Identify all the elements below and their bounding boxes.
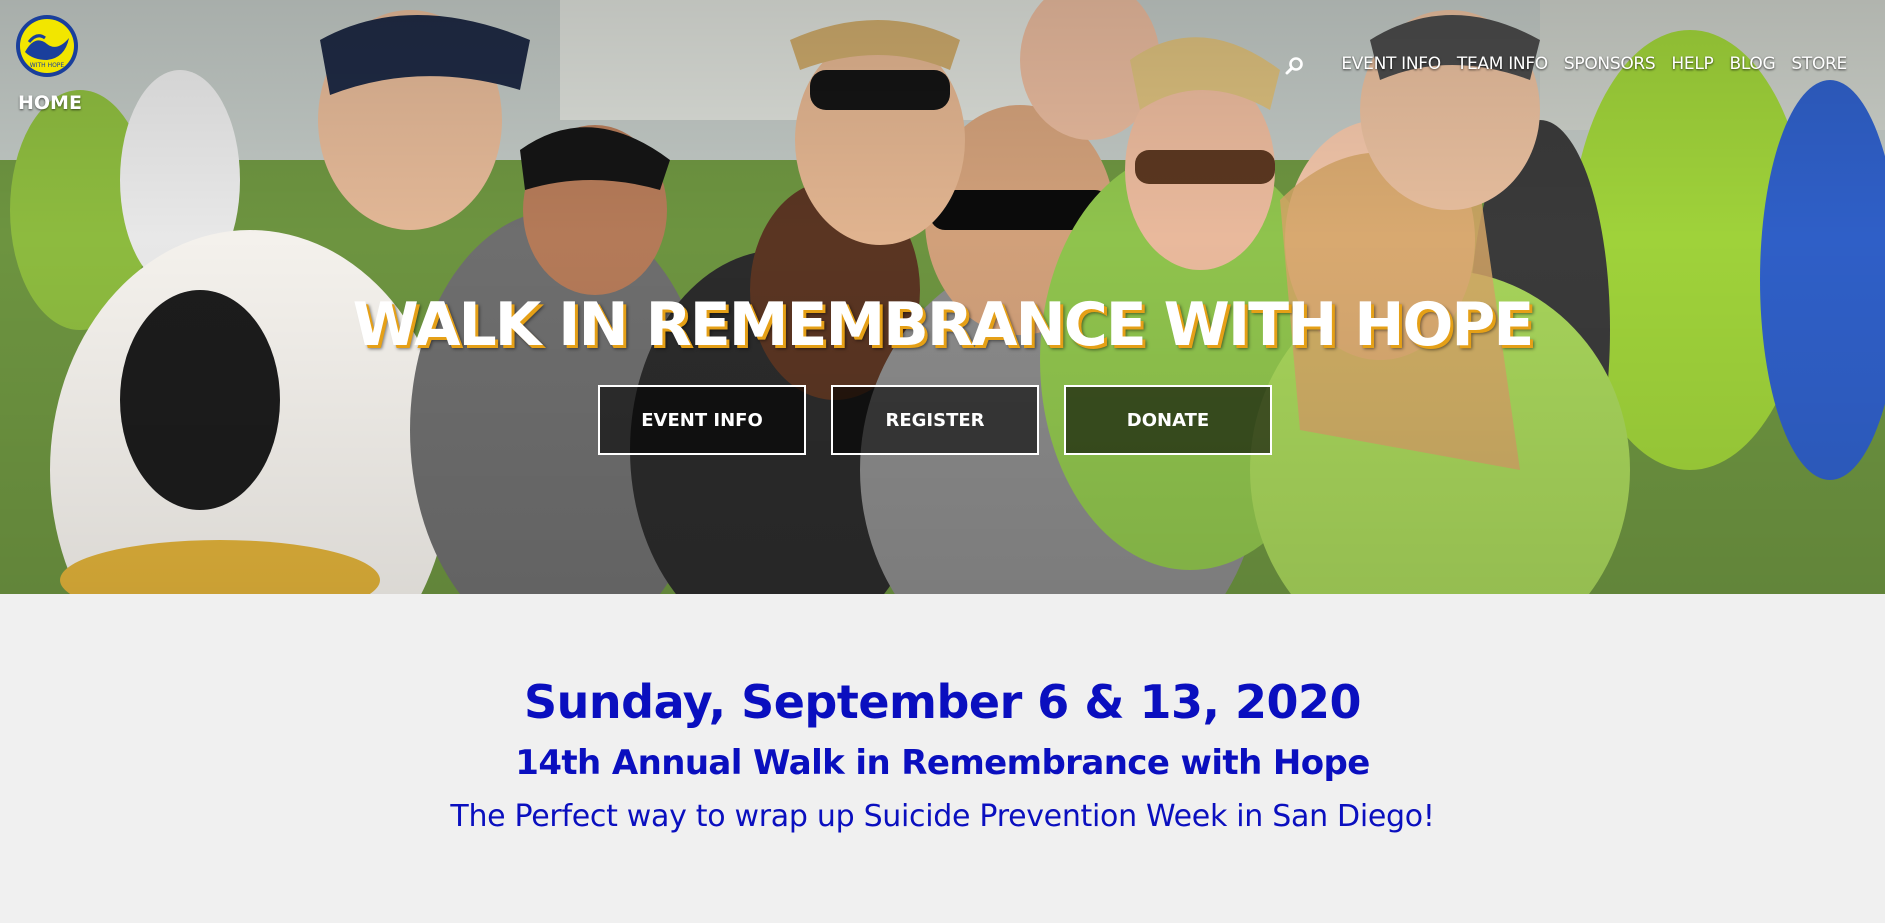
event-summary: Sunday, September 6 & 13, 2020 14th Annu… — [0, 594, 1885, 834]
nav-store[interactable]: STORE — [1791, 54, 1847, 74]
site-logo[interactable]: WITH HOPE — [15, 14, 79, 78]
hero-cta-row: EVENT INFO REGISTER DONATE — [598, 385, 1272, 455]
nav-blog[interactable]: BLOG — [1729, 54, 1775, 74]
donate-button[interactable]: DONATE — [1064, 385, 1272, 455]
hero-banner: WITH HOPE HOME EVENT INFO TEAM INFO SPON… — [0, 0, 1885, 594]
nav-team-info[interactable]: TEAM INFO — [1457, 54, 1548, 74]
event-date: Sunday, September 6 & 13, 2020 — [524, 675, 1361, 729]
event-tagline: The Perfect way to wrap up Suicide Preve… — [450, 799, 1435, 834]
event-info-button[interactable]: EVENT INFO — [598, 385, 806, 455]
nav-home-link[interactable]: HOME — [18, 92, 82, 114]
event-subtitle: 14th Annual Walk in Remembrance with Hop… — [515, 743, 1370, 783]
nav-help[interactable]: HELP — [1671, 54, 1713, 74]
register-button[interactable]: REGISTER — [831, 385, 1039, 455]
logo-text: WITH HOPE — [30, 62, 65, 69]
nav-sponsors[interactable]: SPONSORS — [1564, 54, 1656, 74]
hero-title: WALK IN REMEMBRANCE WITH HOPE — [352, 290, 1535, 360]
search-icon[interactable] — [1285, 56, 1305, 76]
nav-event-info[interactable]: EVENT INFO — [1341, 54, 1441, 74]
top-nav: EVENT INFO TEAM INFO SPONSORS HELP BLOG … — [1285, 52, 1847, 76]
